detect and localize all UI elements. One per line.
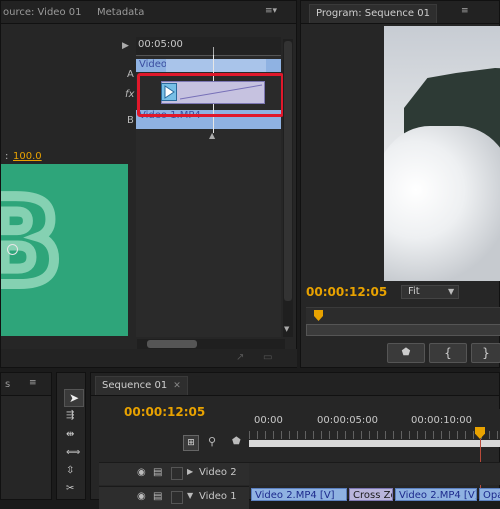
program-video-frame (384, 26, 500, 281)
track-name-video-1: Video 1 (199, 491, 237, 502)
track-video-2-lane[interactable] (249, 462, 500, 485)
lock-box-icon[interactable] (171, 491, 183, 504)
mark-out-button[interactable]: } (471, 343, 500, 363)
track-label-b: B (127, 115, 134, 126)
track-select-tool-icon[interactable]: ⇶ (66, 410, 74, 421)
sequence-tabbar: Sequence 01 ✕ (91, 373, 499, 396)
mark-in-icon: { (444, 346, 452, 360)
ruler-ticks (249, 431, 500, 439)
scroll-down-icon[interactable]: ▼ (284, 325, 289, 333)
clip-video2-a[interactable]: Video 2.MP4 [V] (251, 488, 347, 501)
program-tabbar: Program: Sequence 01 ≡ (301, 1, 499, 24)
effect-footer: ↗ ▭ (1, 349, 297, 367)
clip-top-highlight (166, 59, 266, 72)
tools-panel: ➤ ⇶ ⇹ ⟺ ⇳ ✂ (56, 372, 86, 500)
horizontal-scrollbar[interactable] (137, 339, 285, 349)
horizontal-scroll-thumb[interactable] (147, 340, 197, 348)
program-zoom-bar[interactable] (306, 324, 500, 336)
linked-selection-icon[interactable]: ⚲ (208, 435, 216, 448)
add-marker-icon[interactable]: ⬟ (232, 436, 241, 447)
sequence-ruler[interactable]: 00:00 00:00:05:00 00:00:10:00 (249, 409, 500, 447)
program-timecode[interactable]: 00:00:12:05 (306, 285, 387, 299)
razor-tool-icon[interactable]: ✂ (66, 483, 74, 494)
close-icon[interactable]: ✕ (173, 381, 181, 391)
effect-ruler-time: 00:05:00 (138, 39, 183, 50)
ruler-label-2: 00:00:10:00 (411, 415, 473, 426)
tab-source[interactable]: ource: Video 01 (0, 4, 87, 22)
track-name-video-2: Video 2 (199, 467, 237, 478)
rolling-edit-tool-icon[interactable]: ⟺ (66, 447, 80, 458)
eye-icon[interactable]: ◉ (137, 467, 146, 478)
tab-metadata[interactable]: Metadata (91, 4, 150, 22)
triangle-up-icon: ▲ (209, 131, 216, 140)
param-value[interactable]: 100.0 (13, 151, 42, 162)
chevron-down-icon: ▼ (448, 287, 455, 296)
playhead-icon[interactable] (314, 310, 323, 321)
clip-opacity[interactable]: Opa (479, 488, 500, 501)
export-icon[interactable]: ↗ (236, 352, 244, 363)
work-area-bar[interactable] (249, 440, 500, 447)
project-menu-icon[interactable]: ≡ (29, 379, 41, 388)
collapse-icon[interactable]: ▼ (187, 491, 193, 500)
program-scrubber[interactable] (306, 307, 500, 324)
track-video-2: ◉ ▤ ▶ Video 2 (99, 462, 249, 485)
clouds (384, 126, 500, 281)
mark-in-button[interactable]: { (429, 343, 467, 363)
track-label-a: A (127, 69, 134, 80)
program-monitor-panel: Program: Sequence 01 ≡ 00:00:12:05 Fit ▼… (300, 0, 500, 368)
project-tabbar: s ≡ (1, 373, 51, 396)
selection-tool-icon[interactable]: ➤ (64, 389, 84, 407)
tab-program[interactable]: Program: Sequence 01 (309, 4, 437, 23)
film-icon[interactable]: ▤ (153, 467, 162, 478)
clip-video2-b[interactable]: Video 2.MP4 [V] (395, 488, 477, 501)
effect-ruler: 00:05:00 (136, 37, 281, 56)
effect-track-row-top: Video 2.MP4 (136, 59, 281, 72)
zoom-value: Fit (408, 286, 420, 297)
preview-center-icon[interactable] (7, 244, 18, 255)
tab-sequence[interactable]: Sequence 01 ✕ (95, 376, 188, 395)
ruler-label-1: 00:00:05:00 (317, 415, 379, 426)
effect-controls-panel: ource: Video 01 Metadata ≡▾ ▶ : 100.0 B … (0, 0, 297, 368)
snap-icon[interactable]: ⊞ (183, 435, 199, 451)
effect-controls-tabbar: ource: Video 01 Metadata ≡▾ (1, 1, 296, 24)
ripple-edit-tool-icon[interactable]: ⇹ (66, 429, 74, 440)
lock-box-icon[interactable] (171, 467, 183, 480)
tab-project[interactable]: s (0, 376, 16, 394)
expand-icon[interactable]: ▶ (187, 467, 193, 476)
track-video-1: ◉ ▤ ▼ Video 1 (99, 486, 249, 509)
marker-icon: ⬟ (401, 347, 411, 358)
transition-preview: B (1, 164, 128, 336)
clip-transition[interactable]: Cross Zo (349, 488, 393, 501)
eye-icon[interactable]: ◉ (137, 491, 146, 502)
highlight-box (137, 73, 284, 117)
mark-out-icon: } (482, 346, 490, 360)
vertical-scroll-thumb[interactable] (284, 41, 292, 301)
zoom-select[interactable]: Fit ▼ (401, 285, 459, 299)
panel-menu-icon[interactable]: ≡▾ (265, 7, 277, 16)
effect-ruler-tick (213, 47, 214, 55)
param-label: : (5, 151, 9, 162)
sequence-tab-label: Sequence 01 (102, 380, 168, 391)
frame-icon[interactable]: ▭ (263, 352, 272, 363)
add-marker-button[interactable]: ⬟ (387, 343, 425, 363)
film-icon[interactable]: ▤ (153, 491, 162, 502)
rate-stretch-tool-icon[interactable]: ⇳ (66, 465, 74, 476)
sequence-timecode[interactable]: 00:00:12:05 (124, 405, 205, 419)
project-panel: s ≡ (0, 372, 52, 500)
track-label-fx: fx (125, 89, 135, 100)
chevron-right-icon[interactable]: ▶ (122, 41, 129, 51)
program-menu-icon[interactable]: ≡ (461, 7, 473, 16)
sequence-panel: Sequence 01 ✕ 00:00:12:05 ⊞ ⚲ ⬟ 00:00 00:… (90, 372, 500, 509)
vertical-scrollbar[interactable]: ▼ (283, 39, 293, 337)
ruler-label-0: 00:00 (254, 415, 283, 426)
